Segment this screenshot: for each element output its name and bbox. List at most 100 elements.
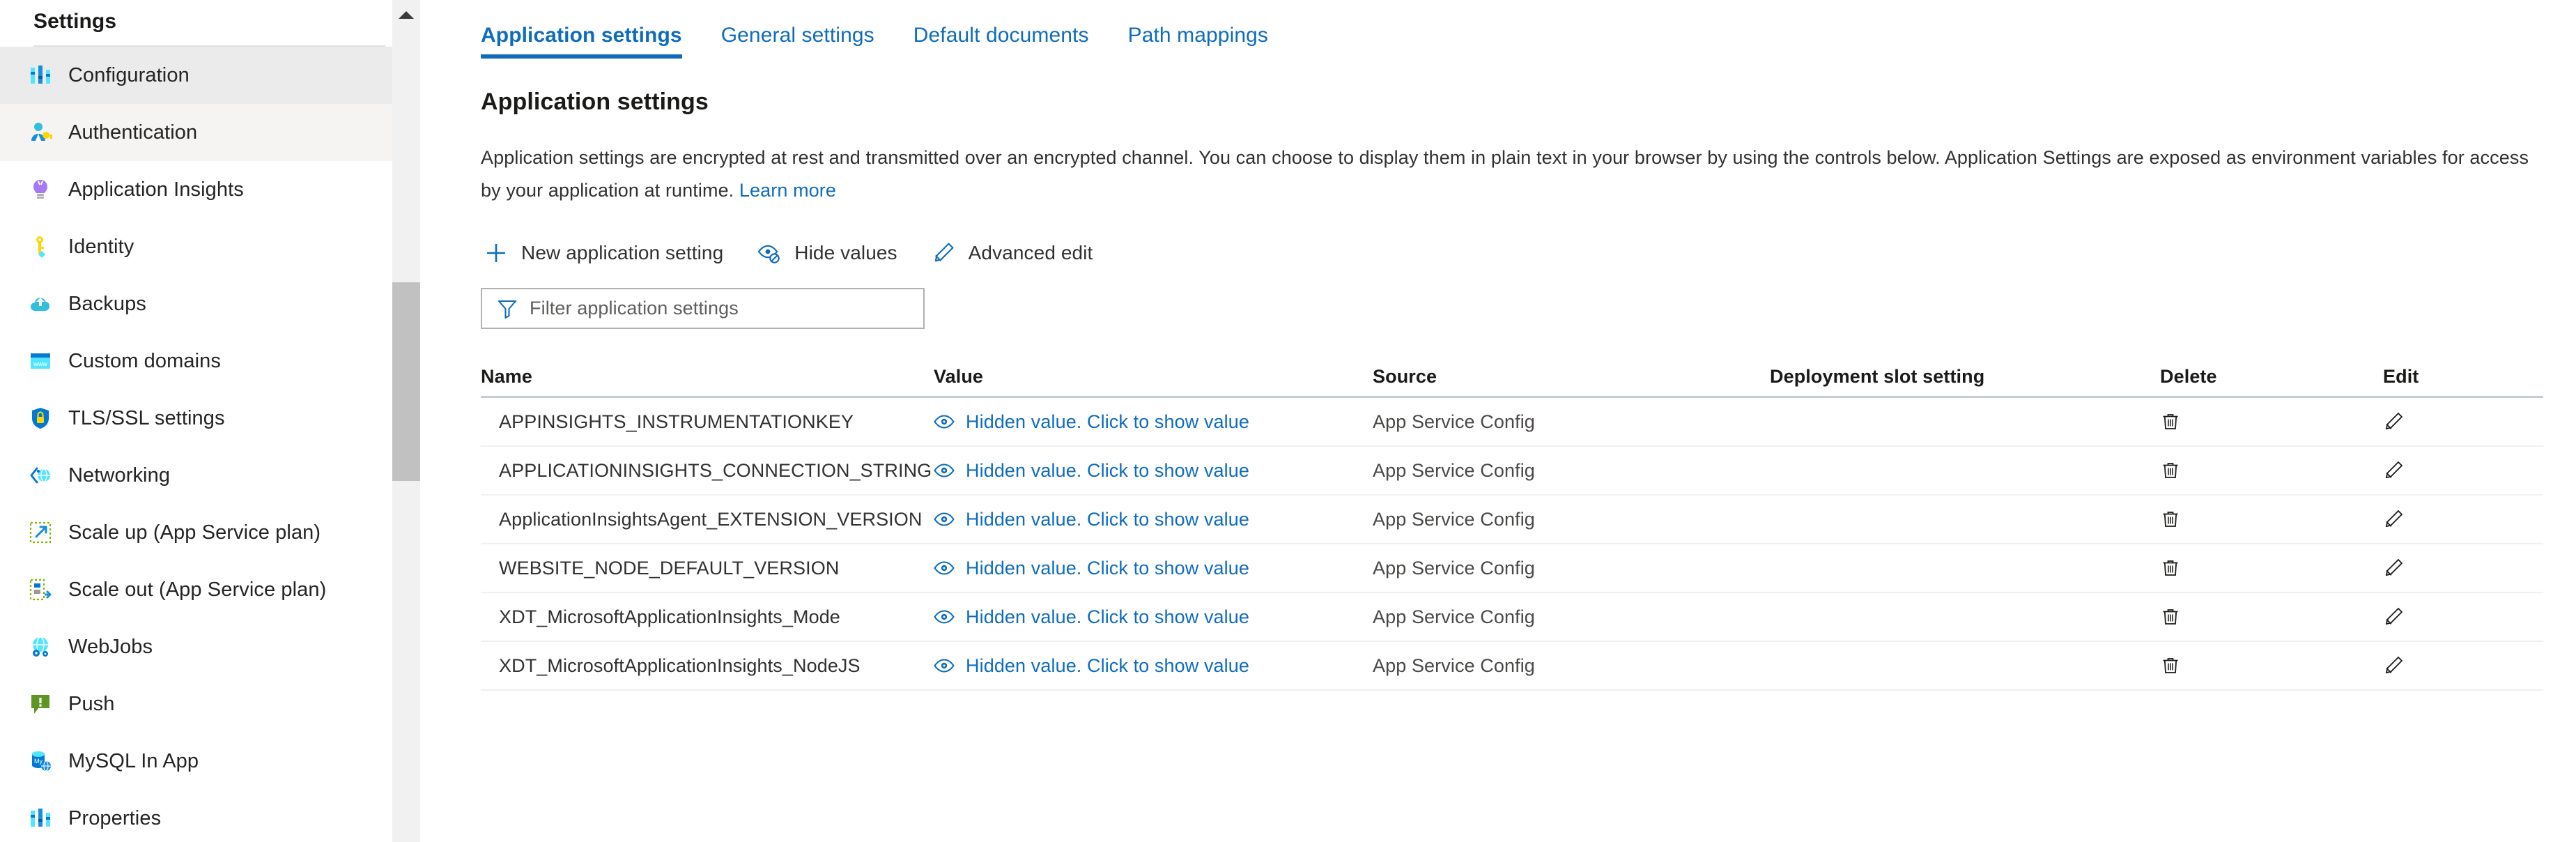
edit-setting-button[interactable] bbox=[2383, 509, 2543, 530]
sliders-icon bbox=[25, 60, 56, 91]
show-value-link[interactable]: Hidden value. Click to show value bbox=[934, 606, 1249, 628]
setting-source: App Service Config bbox=[1373, 508, 1535, 530]
pencil-icon[interactable] bbox=[2383, 655, 2404, 676]
trash-icon[interactable] bbox=[2160, 509, 2181, 530]
edit-setting-button[interactable] bbox=[2383, 411, 2543, 432]
edit-setting-button[interactable] bbox=[2383, 558, 2543, 579]
sidebar-title: Settings bbox=[33, 10, 117, 33]
table-row[interactable]: XDT_MicrosoftApplicationInsights_NodeJS … bbox=[481, 642, 2543, 689]
show-value-label: Hidden value. Click to show value bbox=[966, 411, 1250, 432]
sidebar-item-label: Configuration bbox=[68, 63, 190, 86]
trash-icon[interactable] bbox=[2160, 558, 2181, 579]
sidebar-item-authentication[interactable]: Authentication bbox=[0, 104, 420, 161]
tab-general-settings[interactable]: General settings bbox=[721, 24, 874, 59]
pencil-icon[interactable] bbox=[2383, 509, 2404, 530]
show-value-label: Hidden value. Click to show value bbox=[966, 606, 1250, 627]
tab-default-documents[interactable]: Default documents bbox=[913, 24, 1089, 59]
delete-setting-button[interactable] bbox=[2160, 460, 2383, 481]
edit-setting-button[interactable] bbox=[2383, 655, 2543, 676]
setting-name: APPLICATIONINSIGHTS_CONNECTION_STRING bbox=[499, 459, 932, 481]
show-value-link[interactable]: Hidden value. Click to show value bbox=[934, 460, 1249, 482]
scrollbar-thumb[interactable] bbox=[392, 282, 420, 481]
advanced-edit-button[interactable]: Advanced edit bbox=[928, 234, 1093, 273]
sliders-icon bbox=[25, 803, 56, 834]
sidebar-item-push[interactable]: Push bbox=[0, 675, 420, 733]
eye-icon bbox=[934, 558, 955, 579]
sidebar-item-identity[interactable]: Identity bbox=[0, 218, 420, 275]
cloud-backup-icon bbox=[25, 289, 56, 319]
pencil-icon bbox=[928, 238, 959, 268]
eye-icon bbox=[934, 655, 955, 676]
sidebar-item-label: WebJobs bbox=[68, 635, 153, 658]
show-value-link[interactable]: Hidden value. Click to show value bbox=[934, 655, 1249, 677]
setting-source: App Service Config bbox=[1373, 655, 1535, 676]
delete-setting-button[interactable] bbox=[2160, 509, 2383, 530]
show-value-link[interactable]: Hidden value. Click to show value bbox=[934, 411, 1249, 433]
section-description: Application settings are encrypted at re… bbox=[481, 141, 2529, 207]
delete-setting-button[interactable] bbox=[2160, 606, 2383, 627]
plus-icon bbox=[481, 238, 511, 268]
new-application-setting-button[interactable]: New application setting bbox=[481, 234, 723, 273]
table-row[interactable]: APPINSIGHTS_INSTRUMENTATIONKEY Hidden va… bbox=[481, 398, 2543, 445]
sidebar-item-properties[interactable]: Properties bbox=[0, 790, 420, 842]
sidebar-item-label: Push bbox=[68, 692, 115, 715]
setting-value-cell: Hidden value. Click to show value bbox=[934, 606, 1373, 628]
tab-application-settings[interactable]: Application settings bbox=[481, 24, 682, 59]
user-key-icon bbox=[25, 117, 56, 148]
show-value-link[interactable]: Hidden value. Click to show value bbox=[934, 558, 1249, 579]
delete-setting-button[interactable] bbox=[2160, 558, 2383, 579]
lightbulb-icon bbox=[25, 174, 56, 205]
hide-values-button[interactable]: Hide values bbox=[754, 234, 897, 273]
main-content: Application settings General settings De… bbox=[420, 0, 2576, 842]
settings-sidebar: Settings Configuration Authentication Ap bbox=[0, 0, 420, 842]
delete-setting-button[interactable] bbox=[2160, 411, 2383, 432]
show-value-label: Hidden value. Click to show value bbox=[966, 508, 1250, 530]
sidebar-item-mysql-in-app[interactable]: My MySQL In App bbox=[0, 733, 420, 790]
scroll-up-arrow-icon[interactable] bbox=[392, 0, 420, 29]
setting-name: ApplicationInsightsAgent_EXTENSION_VERSI… bbox=[499, 508, 923, 530]
filter-application-settings-input[interactable]: Filter application settings bbox=[481, 288, 925, 329]
tab-path-mappings[interactable]: Path mappings bbox=[1128, 24, 1268, 59]
command-label: Advanced edit bbox=[968, 242, 1093, 263]
trash-icon[interactable] bbox=[2160, 460, 2181, 481]
sidebar-item-scale-out[interactable]: Scale out (App Service plan) bbox=[0, 561, 420, 618]
table-row[interactable]: APPLICATIONINSIGHTS_CONNECTION_STRING Hi… bbox=[481, 447, 2543, 494]
show-value-link[interactable]: Hidden value. Click to show value bbox=[934, 509, 1249, 530]
sidebar-item-webjobs[interactable]: WebJobs bbox=[0, 618, 420, 675]
eye-icon bbox=[934, 460, 955, 481]
svg-text:My: My bbox=[34, 758, 43, 765]
table-row[interactable]: XDT_MicrosoftApplicationInsights_Mode Hi… bbox=[481, 593, 2543, 641]
webjobs-gear-icon bbox=[25, 632, 56, 662]
sidebar-item-tls-ssl-settings[interactable]: TLS/SSL settings bbox=[0, 390, 420, 447]
sidebar-item-custom-domains[interactable]: www Custom domains bbox=[0, 332, 420, 390]
filter-placeholder: Filter application settings bbox=[530, 298, 739, 319]
learn-more-link[interactable]: Learn more bbox=[739, 180, 836, 201]
mysql-database-icon: My bbox=[25, 746, 56, 776]
trash-icon[interactable] bbox=[2160, 411, 2181, 432]
edit-setting-button[interactable] bbox=[2383, 460, 2543, 481]
sidebar-item-networking[interactable]: Networking bbox=[0, 447, 420, 504]
setting-source: App Service Config bbox=[1373, 459, 1535, 481]
sidebar-item-label: MySQL In App bbox=[68, 749, 199, 772]
pencil-icon[interactable] bbox=[2383, 606, 2404, 627]
table-row[interactable]: WEBSITE_NODE_DEFAULT_VERSION Hidden valu… bbox=[481, 544, 2543, 592]
setting-source: App Service Config bbox=[1373, 606, 1535, 627]
sidebar-item-scale-up[interactable]: Scale up (App Service plan) bbox=[0, 504, 420, 561]
delete-setting-button[interactable] bbox=[2160, 655, 2383, 676]
sidebar-item-label: Scale up (App Service plan) bbox=[68, 521, 321, 544]
sidebar-item-application-insights[interactable]: Application Insights bbox=[0, 161, 420, 218]
sidebar-item-backups[interactable]: Backups bbox=[0, 275, 420, 332]
setting-value-cell: Hidden value. Click to show value bbox=[934, 509, 1373, 530]
trash-icon[interactable] bbox=[2160, 655, 2181, 676]
pencil-icon[interactable] bbox=[2383, 558, 2404, 579]
pencil-icon[interactable] bbox=[2383, 460, 2404, 481]
trash-icon[interactable] bbox=[2160, 606, 2181, 627]
table-row[interactable]: ApplicationInsightsAgent_EXTENSION_VERSI… bbox=[481, 496, 2543, 543]
edit-setting-button[interactable] bbox=[2383, 606, 2543, 627]
sidebar-item-label: Application Insights bbox=[68, 178, 244, 201]
pencil-icon[interactable] bbox=[2383, 411, 2404, 432]
sidebar-scrollbar[interactable] bbox=[392, 0, 420, 842]
column-header-delete: Delete bbox=[2160, 365, 2217, 387]
sidebar-item-configuration[interactable]: Configuration bbox=[0, 47, 420, 104]
eye-hidden-icon bbox=[754, 238, 785, 268]
